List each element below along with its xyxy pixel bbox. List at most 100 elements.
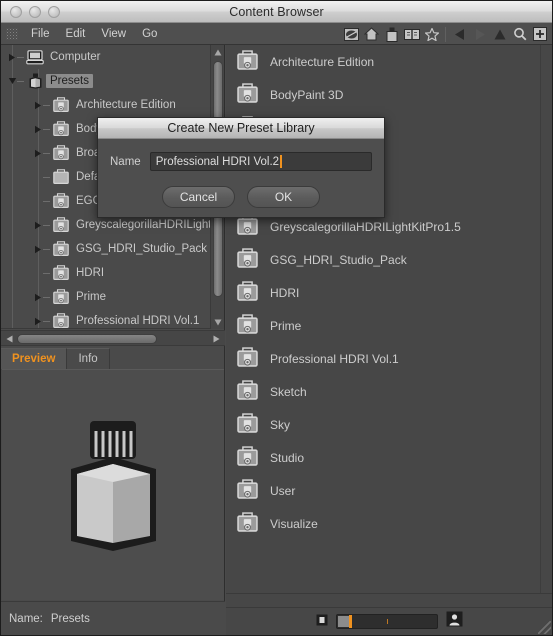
- library-folder-icon: [237, 82, 258, 107]
- preview-info-tabs: Preview Info: [1, 348, 225, 369]
- library-folder-icon: [50, 241, 72, 257]
- star-icon[interactable]: [422, 25, 441, 43]
- menu-go[interactable]: Go: [134, 26, 165, 42]
- small-thumbnail-icon[interactable]: [316, 613, 328, 631]
- thumbnail-zoom-bar: [226, 607, 552, 635]
- dialog-body: Name Professional HDRI Vol.2 Cancel OK: [98, 139, 384, 208]
- text-caret: [280, 155, 283, 168]
- disc-icon[interactable]: [342, 25, 361, 43]
- tree-connector: [43, 320, 50, 322]
- tree-hscroll-thumb[interactable]: [17, 334, 157, 344]
- chevron-right-icon[interactable]: [7, 52, 17, 62]
- library-folder-icon: [237, 214, 258, 239]
- tree-connector: [43, 176, 50, 178]
- chevron-right-icon[interactable]: [33, 148, 43, 158]
- preset-bottle-icon: [24, 73, 46, 89]
- chevron-right-icon[interactable]: [33, 220, 43, 230]
- dialog-buttons: Cancel OK: [110, 186, 372, 208]
- slider-handle[interactable]: [348, 615, 352, 628]
- tree-item[interactable]: Prime: [1, 285, 210, 309]
- library-folder-icon: [237, 49, 258, 74]
- file-list-item-label: Sky: [270, 417, 291, 432]
- large-thumbnail-icon[interactable]: [446, 611, 463, 632]
- folder-icon: [50, 169, 72, 185]
- status-name-value: Presets: [50, 612, 90, 625]
- tree-item[interactable]: Presets: [1, 69, 210, 93]
- file-list-footer: [226, 593, 552, 635]
- tree-connector: [43, 128, 50, 130]
- file-list-item-label: BodyPaint 3D: [270, 87, 344, 102]
- chevron-right-icon[interactable]: [33, 244, 43, 254]
- file-list-item[interactable]: BodyPaint 3D: [226, 78, 552, 111]
- computer-icon: [24, 49, 46, 65]
- file-list-item-label: Visualize: [270, 516, 318, 531]
- scroll-down-arrow-icon[interactable]: [211, 315, 225, 329]
- file-list-scrollbar[interactable]: [540, 45, 552, 593]
- file-list-item[interactable]: HDRI: [226, 276, 552, 309]
- library-folder-icon: [237, 445, 258, 470]
- tree-horizontal-scrollbar[interactable]: [1, 330, 225, 346]
- ok-button[interactable]: OK: [247, 186, 320, 208]
- toolbar-icons: [342, 23, 549, 45]
- file-list-item-label: Sketch: [270, 384, 307, 399]
- cancel-button[interactable]: Cancel: [162, 186, 235, 208]
- menu-edit[interactable]: Edit: [58, 26, 94, 42]
- name-input[interactable]: Professional HDRI Vol.2: [149, 152, 372, 171]
- tree-item[interactable]: HDRI: [1, 261, 210, 285]
- library-folder-icon: [50, 289, 72, 305]
- file-list-item[interactable]: Sky: [226, 408, 552, 441]
- chevron-right-icon[interactable]: [33, 292, 43, 302]
- tree-item-label: Architecture Edition: [76, 99, 176, 111]
- library-folder-icon: [237, 247, 258, 272]
- file-list-item-label: Studio: [270, 450, 305, 465]
- preset-bottle-icon[interactable]: [382, 25, 401, 43]
- file-list-item[interactable]: Visualize: [226, 507, 552, 540]
- library-folder-icon: [50, 193, 72, 209]
- file-list-item-label: Professional HDRI Vol.1: [270, 351, 399, 366]
- scroll-right-arrow-icon[interactable]: [209, 331, 224, 347]
- file-list-item-label: HDRI: [270, 285, 300, 300]
- window-resize-grip[interactable]: [538, 621, 551, 634]
- status-name-label: Name:: [9, 612, 43, 625]
- tree-item[interactable]: Computer: [1, 45, 210, 69]
- chevron-right-icon[interactable]: [33, 100, 43, 110]
- file-list-item[interactable]: Architecture Edition: [226, 45, 552, 78]
- book-icon[interactable]: [402, 25, 421, 43]
- tree-connector: [43, 224, 50, 226]
- preview-pane: [2, 369, 224, 600]
- tab-info[interactable]: Info: [67, 348, 110, 369]
- add-box-icon[interactable]: [530, 25, 549, 43]
- library-folder-icon: [237, 280, 258, 305]
- tree-item-label: Professional HDRI Vol.1: [76, 315, 200, 327]
- file-list-item[interactable]: GSG_HDRI_Studio_Pack: [226, 243, 552, 276]
- scroll-up-arrow-icon[interactable]: [211, 45, 225, 59]
- scroll-left-arrow-icon[interactable]: [2, 331, 17, 347]
- home-icon[interactable]: [362, 25, 381, 43]
- file-list-item[interactable]: Professional HDRI Vol.1: [226, 342, 552, 375]
- tree-item[interactable]: Architecture Edition: [1, 93, 210, 117]
- thumbnail-size-slider[interactable]: [335, 614, 438, 629]
- create-preset-library-dialog: Create New Preset Library Name Professio…: [97, 117, 385, 218]
- file-list-item-label: Architecture Edition: [270, 54, 375, 69]
- back-arrow-icon[interactable]: [450, 25, 469, 43]
- search-icon[interactable]: [510, 25, 529, 43]
- tree-item[interactable]: Professional HDRI Vol.1: [1, 309, 210, 328]
- chevron-right-icon[interactable]: [33, 316, 43, 326]
- tree-item-label: Prime: [76, 291, 107, 303]
- panel-grip-icon[interactable]: [6, 27, 18, 40]
- file-list-item[interactable]: Prime: [226, 309, 552, 342]
- tree-connector: [43, 272, 50, 274]
- chevron-down-icon[interactable]: [7, 76, 17, 86]
- name-field-label: Name: [110, 155, 141, 168]
- chevron-right-icon[interactable]: [33, 124, 43, 134]
- file-list-item[interactable]: Studio: [226, 441, 552, 474]
- menu-view[interactable]: View: [93, 26, 134, 42]
- file-list-item[interactable]: User: [226, 474, 552, 507]
- tab-preview[interactable]: Preview: [1, 348, 68, 369]
- up-arrow-icon[interactable]: [490, 25, 509, 43]
- menu-file[interactable]: File: [23, 26, 58, 42]
- tree-item[interactable]: GSG_HDRI_Studio_Pack: [1, 237, 210, 261]
- file-list-item[interactable]: Sketch: [226, 375, 552, 408]
